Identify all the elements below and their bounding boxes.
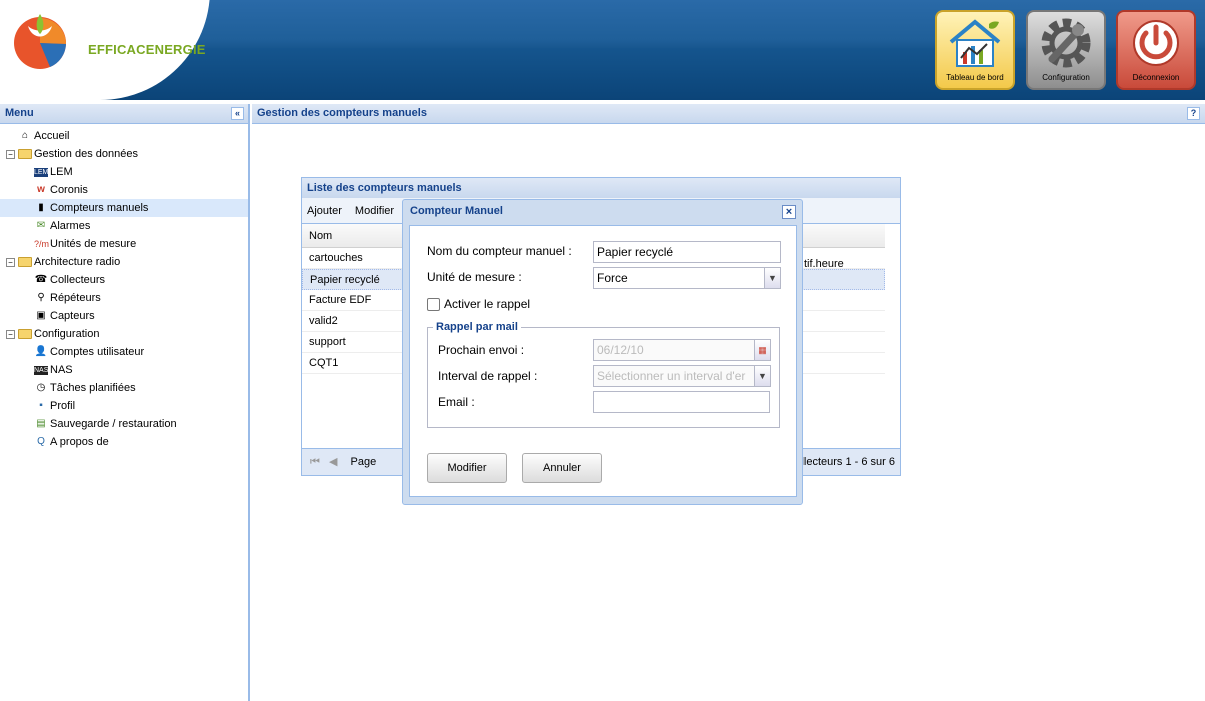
email-label: Email : bbox=[438, 395, 475, 409]
save-icon: ▤ bbox=[36, 418, 46, 430]
sidebar-item-a-propos[interactable]: QA propos de bbox=[0, 433, 248, 451]
name-field[interactable]: Papier recyclé bbox=[593, 241, 781, 263]
first-page-icon[interactable]: ⏮ bbox=[310, 456, 320, 468]
page-label: Page bbox=[350, 456, 377, 468]
help-icon[interactable]: ? bbox=[1187, 107, 1200, 120]
unit-select[interactable]: Force ▼ bbox=[593, 267, 781, 289]
brand-name: EFFICACENERGIE bbox=[88, 42, 206, 57]
sidebar-item-profil[interactable]: ▪ Profil bbox=[0, 397, 248, 415]
folder-icon bbox=[18, 257, 32, 268]
menu-tree: ⌂ Accueil − Gestion des données LEM LEM w Co… bbox=[0, 124, 248, 451]
pager-status: llecteurs 1 - 6 sur 6 bbox=[801, 456, 895, 468]
collector-icon: ☎ bbox=[34, 274, 48, 286]
interval-label: Interval de rappel : bbox=[438, 369, 538, 383]
partial-cell: tif.heure bbox=[804, 258, 844, 270]
sidebar-item-configuration[interactable]: − Configuration bbox=[0, 325, 248, 343]
sidebar-item-nas[interactable]: NAS NAS bbox=[0, 361, 248, 379]
configuration-label: Configuration bbox=[1042, 73, 1090, 82]
sidebar-item-unites[interactable]: ?/mUnités de mesure bbox=[0, 235, 248, 253]
sidebar-item-architecture-radio[interactable]: − Architecture radio bbox=[0, 253, 248, 271]
sidebar-item-lem[interactable]: LEM LEM bbox=[0, 163, 248, 181]
cancel-button[interactable]: Annuler bbox=[522, 453, 602, 483]
sidebar-item-sauvegarde[interactable]: ▤ Sauvegarde / restauration bbox=[0, 415, 248, 433]
collapse-toggle-icon[interactable]: − bbox=[6, 330, 15, 339]
sidebar-title: Menu bbox=[5, 107, 34, 119]
units-icon: ?/m bbox=[34, 239, 50, 250]
collapse-toggle-icon[interactable]: − bbox=[6, 258, 15, 267]
nas-icon: NAS bbox=[34, 365, 49, 375]
close-icon[interactable]: × bbox=[782, 205, 796, 219]
sensor-icon: ▣ bbox=[36, 310, 46, 322]
coronis-icon: w bbox=[37, 184, 45, 196]
sidebar-item-compteurs-manuels[interactable]: ▮ Compteurs manuels bbox=[0, 199, 248, 217]
gear-wrench-icon bbox=[1041, 18, 1091, 68]
collapse-icon[interactable]: « bbox=[231, 107, 244, 120]
repeater-icon: ⚲ bbox=[37, 292, 45, 304]
house-chart-icon bbox=[949, 19, 1001, 67]
meter-dialog: Compteur Manuel × Nom du compteur manuel… bbox=[402, 199, 803, 505]
page-title: Gestion des compteurs manuels bbox=[257, 107, 427, 119]
profile-icon: ▪ bbox=[39, 400, 43, 412]
about-icon: Q bbox=[37, 436, 45, 448]
folder-icon bbox=[18, 149, 32, 160]
home-icon: ⌂ bbox=[21, 130, 29, 142]
sidebar-item-accueil[interactable]: ⌂ Accueil bbox=[0, 127, 248, 145]
sidebar-item-capteurs[interactable]: ▣ Capteurs bbox=[0, 307, 248, 325]
sidebar-item-alarmes[interactable]: ✉ Alarmes bbox=[0, 217, 248, 235]
name-label: Nom du compteur manuel : bbox=[427, 244, 572, 258]
sidebar-item-coronis[interactable]: w Coronis bbox=[0, 181, 248, 199]
interval-select[interactable]: Sélectionner un interval d'er ▼ bbox=[593, 365, 771, 387]
chevron-down-icon[interactable]: ▼ bbox=[764, 268, 780, 288]
power-icon bbox=[1133, 20, 1179, 66]
next-send-label: Prochain envoi : bbox=[438, 343, 525, 357]
dialog-header: Compteur Manuel × bbox=[403, 200, 802, 223]
app-header: EFFICACENERGIE Tableau de bord Configura… bbox=[0, 0, 1205, 100]
prev-page-icon[interactable]: ◀ bbox=[329, 456, 337, 468]
reminder-checkbox[interactable] bbox=[427, 298, 440, 311]
logout-button[interactable]: Déconnexion bbox=[1116, 10, 1196, 90]
folder-icon bbox=[18, 329, 32, 340]
add-button[interactable]: Ajouter bbox=[307, 205, 342, 217]
chevron-down-icon[interactable]: ▼ bbox=[754, 366, 770, 386]
sidebar-item-collecteurs[interactable]: ☎ Collecteurs bbox=[0, 271, 248, 289]
sidebar-item-comptes[interactable]: 👤 Comptes utilisateur bbox=[0, 343, 248, 361]
dialog-body: Nom du compteur manuel : Papier recyclé … bbox=[409, 225, 797, 497]
sidebar-item-taches[interactable]: ◷ Tâches planifiées bbox=[0, 379, 248, 397]
clock-icon: ◷ bbox=[36, 382, 46, 394]
main-header: Gestion des compteurs manuels ? bbox=[252, 104, 1205, 124]
dashboard-button[interactable]: Tableau de bord bbox=[935, 10, 1015, 90]
edit-button[interactable]: Modifier bbox=[355, 205, 394, 217]
sidebar-header: Menu « bbox=[0, 104, 248, 124]
logo-mark-icon bbox=[14, 14, 66, 69]
sidebar: Menu « ⌂ Accueil − Gestion des données LEM… bbox=[0, 104, 250, 701]
lem-icon: LEM bbox=[34, 167, 49, 177]
reminder-label: Activer le rappel bbox=[444, 297, 531, 311]
dashboard-label: Tableau de bord bbox=[946, 73, 1004, 82]
dialog-title: Compteur Manuel bbox=[410, 205, 503, 217]
sidebar-item-gestion-donnees[interactable]: − Gestion des données bbox=[0, 145, 248, 163]
next-send-date-field[interactable]: 06/12/10 ▦ bbox=[593, 339, 771, 361]
fieldset-title: Rappel par mail bbox=[436, 321, 518, 333]
grid-title: Liste des compteurs manuels bbox=[302, 178, 900, 198]
user-icon: 👤 bbox=[34, 346, 48, 358]
calendar-icon[interactable]: ▦ bbox=[754, 340, 770, 360]
meter-icon: ▮ bbox=[38, 202, 44, 214]
collapse-toggle-icon[interactable]: − bbox=[6, 150, 15, 159]
configuration-button[interactable]: Configuration bbox=[1026, 10, 1106, 90]
envelope-icon: ✉ bbox=[36, 220, 46, 232]
modify-button[interactable]: Modifier bbox=[427, 453, 507, 483]
unit-label: Unité de mesure : bbox=[427, 270, 522, 284]
logout-label: Déconnexion bbox=[1132, 73, 1180, 82]
sidebar-item-repeteurs[interactable]: ⚲ Répéteurs bbox=[0, 289, 248, 307]
email-field[interactable] bbox=[593, 391, 770, 413]
